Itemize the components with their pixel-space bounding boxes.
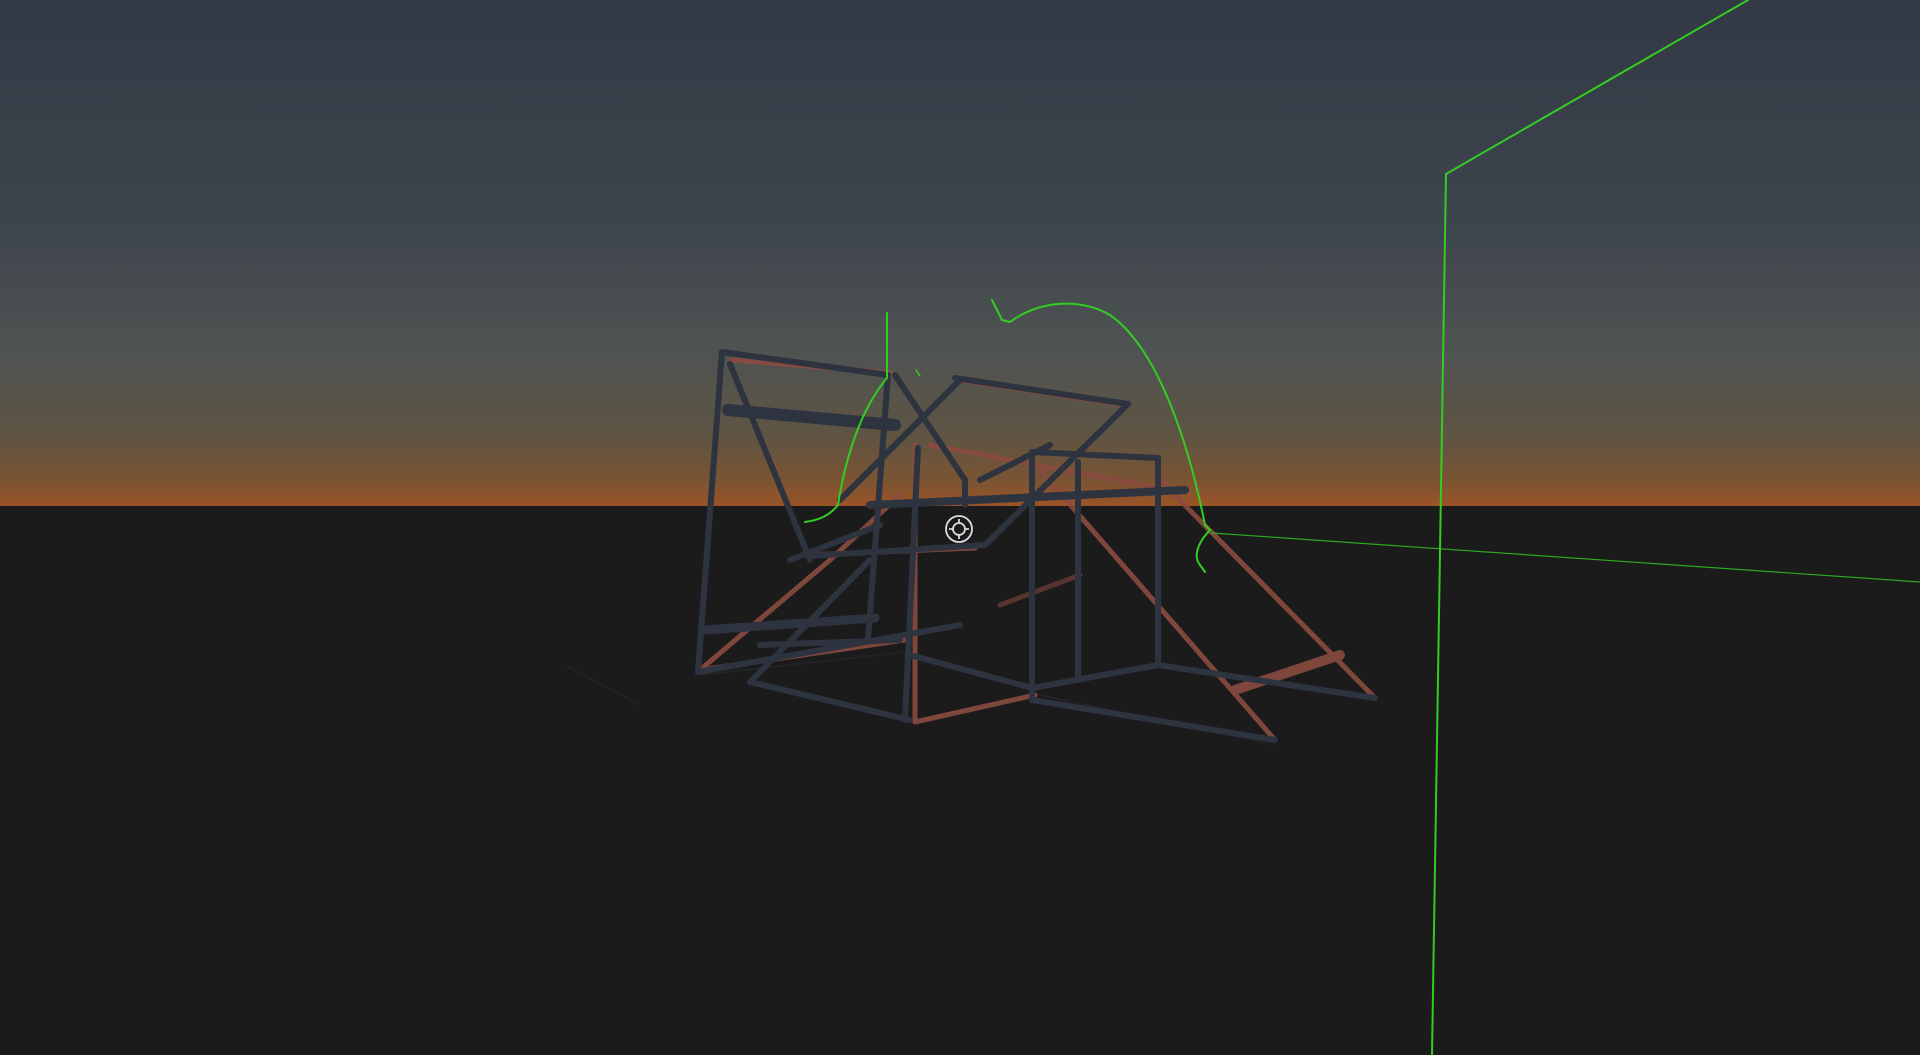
game-viewport[interactable]	[0, 0, 1920, 1055]
crosshair-icon	[945, 515, 973, 543]
dark-frame-structure	[695, 349, 1378, 743]
